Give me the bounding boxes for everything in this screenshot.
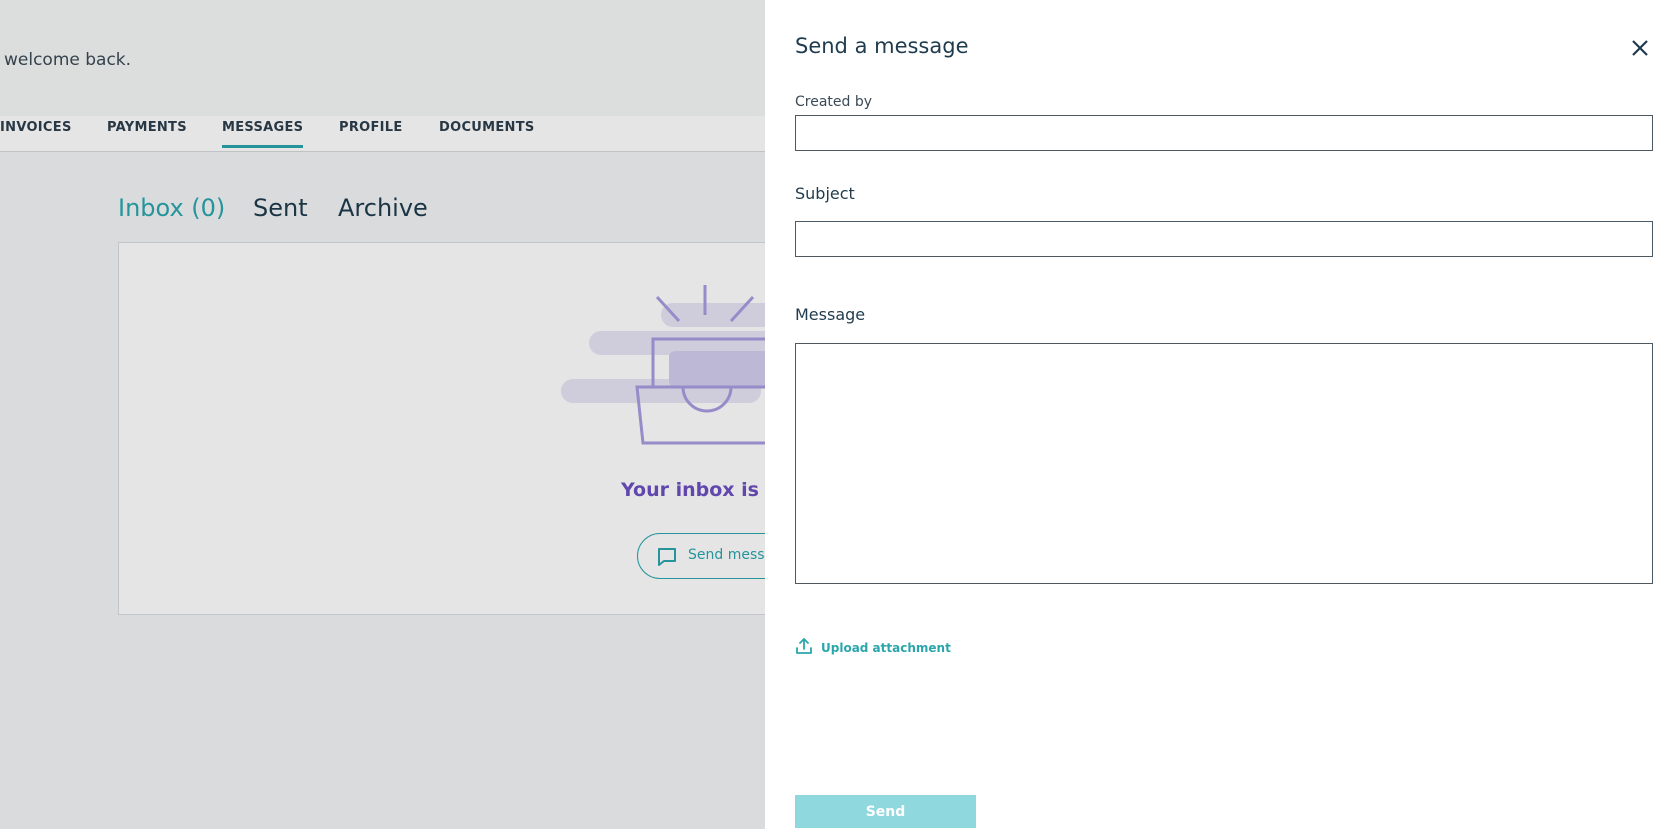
upload-attachment-label: Upload attachment xyxy=(821,641,951,655)
subject-label: Subject xyxy=(795,184,855,203)
send-button[interactable]: Send xyxy=(795,795,976,828)
upload-icon xyxy=(795,637,813,659)
message-textarea[interactable] xyxy=(795,343,1653,584)
created-by-input[interactable] xyxy=(795,115,1653,151)
send-message-drawer: Send a message Created by Subject Messag… xyxy=(765,0,1678,829)
page: welcome back. INVOICES PAYMENTS MESSAGES… xyxy=(0,0,1678,829)
drawer-title: Send a message xyxy=(795,34,969,58)
close-icon[interactable] xyxy=(1629,37,1651,59)
message-label: Message xyxy=(795,305,866,324)
upload-attachment-button[interactable]: Upload attachment xyxy=(795,637,951,659)
subject-input[interactable] xyxy=(795,221,1653,257)
modal-overlay[interactable] xyxy=(0,0,765,829)
created-by-label: Created by xyxy=(795,94,873,110)
background-page: welcome back. INVOICES PAYMENTS MESSAGES… xyxy=(0,0,765,829)
